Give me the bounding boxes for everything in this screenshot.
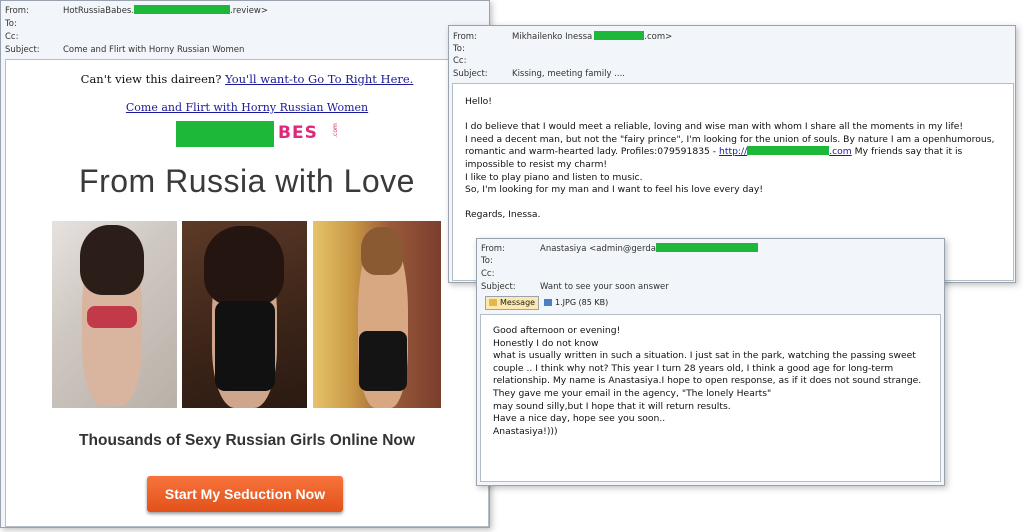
- to-label: To:: [481, 256, 493, 266]
- redaction: [655, 243, 758, 252]
- start-seduction-button[interactable]: Start My Seduction Now: [147, 476, 343, 512]
- redaction: [134, 5, 231, 14]
- spam-email-window: From: HotRussiaBabes. .review> To: Cc: Su…: [0, 0, 490, 528]
- promo-link[interactable]: Come and Flirt with Horny Russian Women: [6, 101, 488, 114]
- cc-label: Cc:: [453, 56, 467, 66]
- email-body: Good afternoon or evening! Honestly I do…: [480, 314, 941, 482]
- from-label: From:: [481, 244, 505, 254]
- redaction: [747, 146, 830, 156]
- subject-value: Come and Flirt with Horny Russian Women: [63, 45, 245, 55]
- subheadline: Thousands of Sexy Russian Girls Online N…: [79, 432, 415, 449]
- cc-label: Cc:: [5, 32, 19, 42]
- message-text: Good afternoon or evening! Honestly I do…: [493, 325, 922, 437]
- subject-label: Subject:: [5, 45, 40, 55]
- attachment-item[interactable]: 1.JPG (85 KB): [540, 296, 612, 310]
- to-label: To:: [453, 44, 465, 54]
- to-label: To:: [5, 19, 17, 29]
- email-header: From: Mikhailenko Inessa .com> To: Cc: Su…: [449, 26, 1015, 82]
- email-header: From: HotRussiaBabes. .review> To: Cc: Su…: [1, 1, 489, 59]
- cc-label: Cc:: [481, 269, 495, 279]
- view-online-link[interactable]: You'll want-to Go To Right Here.: [225, 72, 413, 86]
- subject-value: Want to see your soon answer: [540, 282, 669, 292]
- headline: From Russia with Love: [79, 163, 415, 199]
- cant-view-line: Can't view this daireen? You'll want-to …: [80, 72, 414, 86]
- promo-photo[interactable]: [313, 221, 441, 408]
- from-label: From:: [453, 32, 477, 42]
- subject-label: Subject:: [453, 69, 488, 79]
- site-logo[interactable]: BES .com: [176, 121, 356, 147]
- from-label: From:: [5, 6, 29, 16]
- email-body: Can't view this daireen? You'll want-to …: [5, 59, 489, 527]
- message-tab[interactable]: Message: [485, 296, 540, 310]
- image-file-icon: [544, 299, 552, 306]
- redaction: [176, 121, 274, 147]
- redaction: [594, 31, 645, 40]
- attachment-bar: Message 1.JPG (85 KB): [480, 295, 941, 310]
- envelope-icon: [489, 299, 497, 306]
- from-value[interactable]: Mikhailenko Inessa .com>: [512, 31, 672, 43]
- message-text: Hello! I do believe that I would meet a …: [465, 96, 998, 221]
- subject-value: Kissing, meeting family ....: [512, 69, 626, 79]
- promo-photo[interactable]: [182, 221, 307, 408]
- promo-photo[interactable]: [52, 221, 177, 408]
- from-value[interactable]: HotRussiaBabes. .review>: [63, 5, 268, 17]
- from-value[interactable]: Anastasiya <admin@gerda: [540, 243, 758, 255]
- email-window-anastasiya: From: Anastasiya <admin@gerda To: Cc: Su…: [476, 238, 945, 486]
- profile-link[interactable]: http://.com: [719, 146, 852, 157]
- subject-label: Subject:: [481, 282, 516, 292]
- email-header: From: Anastasiya <admin@gerda To: Cc: Su…: [477, 239, 944, 295]
